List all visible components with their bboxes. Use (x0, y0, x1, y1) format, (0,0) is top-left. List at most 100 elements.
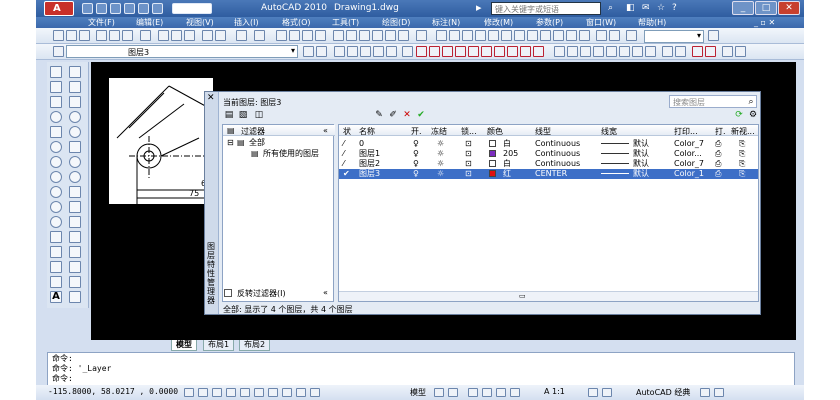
minimize-button[interactable]: _ (732, 1, 754, 15)
tree-item-used-layers[interactable]: ▤ 所有使用的图层 (223, 149, 335, 159)
layer-row[interactable]: ✔ 图层3 ♀ ☼ ⊡ 红 CENTER 默认 Color_1 ⎙ ⎘ (339, 169, 758, 179)
annotation-scale[interactable]: A 1:1 (544, 387, 565, 396)
layer-status-icon[interactable]: ⁄ (343, 159, 344, 169)
rotate-object-icon[interactable] (69, 171, 81, 183)
quick-view-layouts-icon[interactable] (434, 388, 444, 397)
make-current-icon[interactable] (303, 46, 314, 57)
dim-style-icon[interactable] (708, 30, 719, 41)
layer-color-name[interactable]: 白 (503, 139, 511, 149)
layer-properties-icon[interactable] (53, 46, 64, 57)
layer-lineweight[interactable]: 默认 (633, 139, 649, 149)
circle-icon[interactable] (50, 156, 62, 168)
baseline-icon[interactable] (540, 30, 551, 41)
quick-properties-icon[interactable] (310, 388, 320, 397)
move-left-icon[interactable] (69, 81, 81, 93)
ellipse-arc-icon[interactable] (50, 216, 62, 228)
extend-icon[interactable] (468, 46, 479, 57)
layer-lineweight-line[interactable] (601, 149, 629, 159)
layer-freeze-icon[interactable]: ☼ (437, 159, 444, 169)
arc-length-icon[interactable] (462, 30, 473, 41)
layer-on-icon[interactable]: ♀ (413, 169, 419, 179)
pencil-icon[interactable] (69, 66, 81, 78)
layer-color-name[interactable]: 205 (503, 149, 518, 159)
paste-icon[interactable] (184, 30, 195, 41)
rectangle-icon[interactable] (50, 126, 62, 138)
quick-dim-icon[interactable] (527, 30, 538, 41)
erase-icon[interactable] (334, 46, 345, 57)
diameter-icon[interactable] (501, 30, 512, 41)
showmotion-icon[interactable] (510, 388, 520, 397)
set-current-icon[interactable]: ✔ (415, 110, 427, 120)
osnap-quadrant-icon[interactable] (606, 46, 617, 57)
insert-icon[interactable] (50, 231, 62, 243)
layer-color-swatch[interactable] (489, 159, 496, 169)
help-icon[interactable]: ? (672, 3, 677, 13)
scale-object-icon[interactable] (69, 186, 81, 198)
layer-status-icon[interactable]: ✔ (343, 169, 350, 179)
annotation-visibility-icon[interactable] (588, 388, 598, 397)
menu-help[interactable]: 帮助(H) (638, 17, 666, 28)
trim-object-icon[interactable] (69, 216, 81, 228)
layer-on-icon[interactable]: ♀ (413, 159, 419, 169)
trim-icon[interactable] (455, 46, 466, 57)
ellipse-icon[interactable] (50, 201, 62, 213)
ducs-icon[interactable] (268, 388, 278, 397)
ortho-mode-icon[interactable] (212, 388, 222, 397)
osnap-midpoint-icon[interactable] (567, 46, 578, 57)
auto-scale-icon[interactable] (602, 388, 612, 397)
layer-lineweight[interactable]: 默认 (633, 159, 649, 169)
lineweight-icon[interactable] (296, 388, 306, 397)
explode-icon[interactable] (533, 46, 544, 57)
publish-icon[interactable] (122, 30, 133, 41)
invert-filter-checkbox[interactable] (224, 289, 232, 297)
zoom-realtime-icon[interactable] (289, 30, 300, 41)
copy-icon[interactable] (171, 30, 182, 41)
layer-lineweight-line[interactable] (601, 169, 629, 179)
layer-plot-style[interactable]: Color_7 (674, 139, 704, 149)
tool-palettes-icon[interactable] (359, 30, 370, 41)
point-icon[interactable] (50, 261, 62, 273)
dim-update-icon[interactable] (626, 30, 637, 41)
block-icon[interactable] (50, 246, 62, 258)
layer-lock-icon[interactable]: ⊡ (465, 139, 472, 149)
layer-lineweight-line[interactable] (601, 139, 629, 149)
settings-icon[interactable]: ⚙ (747, 110, 759, 120)
tab-layout2[interactable]: 布局2 (239, 340, 271, 351)
collapse-tree-icon[interactable]: « (323, 126, 328, 135)
close-button[interactable]: ✕ (778, 1, 800, 15)
rotate-left-icon[interactable] (69, 111, 81, 123)
layer-lineweight[interactable]: 默认 (633, 149, 649, 159)
redo-icon[interactable] (138, 3, 149, 14)
dimension-linear-icon[interactable] (692, 46, 703, 57)
open-icon[interactable] (96, 3, 107, 14)
col-lineweight[interactable]: 线宽 (601, 126, 617, 137)
layer-lock-icon[interactable]: ⊡ (465, 169, 472, 179)
scroll-thumb-icon[interactable]: ▭ (519, 292, 526, 300)
osnap-center-icon[interactable] (593, 46, 604, 57)
zoom-previous-icon[interactable] (315, 30, 326, 41)
revision-cloud-icon[interactable] (50, 171, 62, 183)
polyline-icon[interactable] (50, 96, 62, 108)
calculator-icon[interactable] (398, 30, 409, 41)
tab-layout1[interactable]: 布局1 (203, 340, 235, 351)
col-status[interactable]: 状 (343, 126, 351, 137)
osnap-tangent-icon[interactable] (619, 46, 630, 57)
block-editor-icon[interactable] (215, 30, 226, 41)
coordinates-readout[interactable]: -115.8000, 58.0217 , 0.0000 (48, 387, 178, 396)
layer-states-icon[interactable]: ◫ (253, 110, 265, 120)
quick-view-drawings-icon[interactable] (448, 388, 458, 397)
col-plot[interactable]: 打. (715, 126, 726, 137)
layer-name[interactable]: 0 (359, 139, 364, 149)
otrack-icon[interactable] (254, 388, 264, 397)
scale-icon[interactable] (429, 46, 440, 57)
layer-vp-freeze-icon[interactable]: ⎘ (739, 139, 745, 149)
layer-vp-freeze-icon[interactable]: ⎘ (739, 159, 745, 169)
col-plot-style[interactable]: 打印... (674, 126, 698, 137)
ordinate-icon[interactable] (475, 30, 486, 41)
move-icon[interactable] (402, 46, 413, 57)
layer-status-icon[interactable]: ⁄ (343, 139, 344, 149)
copy-object-icon[interactable] (347, 46, 358, 57)
chamfer-icon[interactable] (507, 46, 518, 57)
osnap-intersection-icon[interactable] (580, 46, 591, 57)
tab-model[interactable]: 模型 (171, 340, 197, 351)
